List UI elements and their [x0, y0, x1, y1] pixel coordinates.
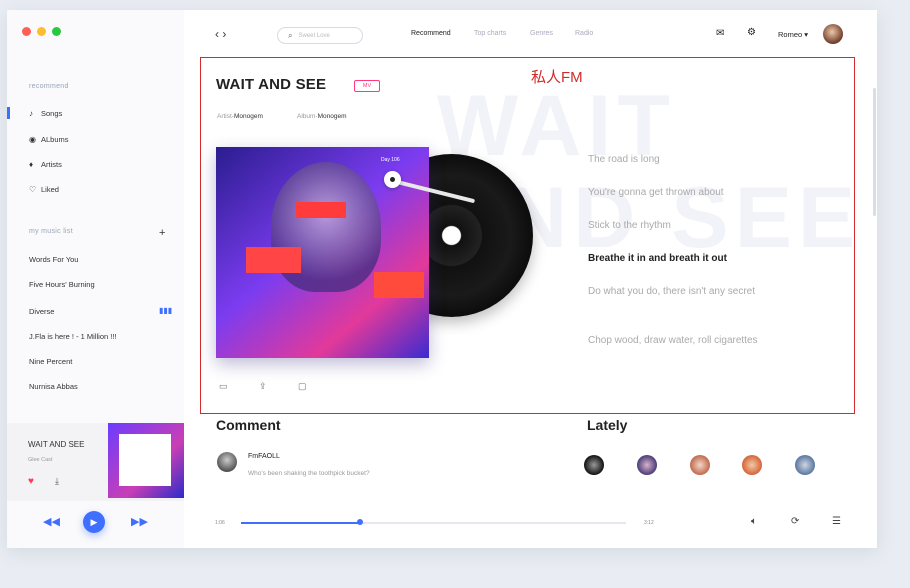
progress-knob[interactable]: [357, 519, 364, 525]
maximize-window-dot[interactable]: [52, 27, 61, 36]
lyric-line: The road is long: [588, 154, 660, 165]
lyric-line: You're gonna get thrown about: [588, 187, 724, 198]
lyric-line: Stick to the rhythm: [588, 220, 671, 231]
playlist-item[interactable]: Words For You: [29, 255, 78, 264]
lately-avatar[interactable]: [637, 455, 657, 475]
equalizer-icon: ▮▮▮: [159, 306, 173, 315]
mail-icon[interactable]: ✉: [716, 28, 724, 39]
heart-outline-icon: ♡: [29, 184, 37, 194]
disc-icon: ◉: [29, 134, 36, 144]
tonearm-pivot: [384, 171, 401, 188]
gear-icon[interactable]: ⚙: [747, 27, 756, 38]
search-icon: ⌕: [288, 30, 293, 40]
artist-link[interactable]: Monogem: [234, 113, 263, 120]
elapsed-time: 1:06: [215, 520, 225, 526]
window-controls: [22, 27, 61, 36]
sidebar-item-liked[interactable]: ♡ Liked: [29, 182, 59, 196]
lately-avatar[interactable]: [584, 455, 604, 475]
total-time: 3:12: [644, 520, 654, 526]
comment-text: Who's been shaking the toothpick bucket?: [248, 470, 370, 477]
commenter-name[interactable]: FmFAOLL: [248, 453, 280, 460]
note-icon: ♪: [29, 108, 33, 118]
lately-heading: Lately: [587, 417, 628, 433]
mv-badge[interactable]: MV: [354, 80, 380, 92]
fm-annotation-label: 私人FM: [531, 69, 583, 86]
avatar[interactable]: [823, 24, 843, 44]
playlist-item[interactable]: J.Fla is here ! - 1 Million !!!: [29, 332, 117, 341]
tab-recommend[interactable]: Recommend: [411, 30, 451, 37]
repeat-icon[interactable]: ⟳: [791, 516, 799, 527]
folder-icon[interactable]: ▭: [219, 381, 228, 392]
sidebar-item-label: ALbums: [41, 134, 69, 144]
music-list-heading: my music list: [29, 228, 73, 235]
search-input[interactable]: ⌕ Sweet Love: [277, 27, 363, 44]
lyric-line: Do what you do, there isn't any secret: [588, 286, 755, 297]
cover-day-text: Day 106: [381, 157, 400, 163]
playlist-item[interactable]: Diverse: [29, 307, 54, 316]
sidebar-item-label: Artists: [41, 159, 62, 169]
share-icon[interactable]: ⇪: [259, 381, 267, 392]
sidebar-item-label: Songs: [41, 108, 63, 118]
sidebar-item-label: Liked: [41, 184, 59, 194]
lately-avatar[interactable]: [795, 455, 815, 475]
now-playing-artwork: [108, 423, 184, 498]
artist-label: Artist-: [217, 113, 234, 120]
comment-heading: Comment: [216, 417, 281, 433]
add-playlist-icon[interactable]: +: [159, 227, 165, 239]
play-button[interactable]: ▶: [83, 511, 105, 533]
minimize-window-dot[interactable]: [37, 27, 46, 36]
song-title: WAIT AND SEE: [216, 76, 327, 93]
playlist-queue-icon[interactable]: ☰: [832, 516, 841, 527]
active-indicator: [7, 107, 10, 119]
tab-radio[interactable]: Radio: [575, 30, 593, 37]
app-window: recommend ♪ Songs ◉ ALbums ♦ Artists ♡ Liked…: [7, 10, 877, 548]
sidebar-item-songs[interactable]: ♪ Songs: [29, 106, 62, 120]
lyric-line-current: Breathe it in and breath it out: [588, 253, 727, 264]
album-label: Album-: [297, 113, 318, 120]
artwork-frame: [119, 434, 171, 486]
download-icon[interactable]: ⤓: [55, 476, 59, 487]
playlist-item[interactable]: Five Hours' Burning: [29, 280, 95, 289]
like-heart-icon[interactable]: ♥: [28, 476, 34, 487]
comment-icon[interactable]: ▢: [298, 381, 307, 392]
commenter-avatar[interactable]: [217, 452, 237, 472]
now-playing-artist: Glee Cast: [28, 457, 53, 463]
recommend-heading: recommend: [29, 83, 69, 90]
tab-top-charts[interactable]: Top charts: [474, 30, 506, 37]
user-menu[interactable]: Romeo ▾: [778, 30, 808, 39]
sidebar-item-albums[interactable]: ◉ ALbums: [29, 132, 69, 146]
search-placeholder: Sweet Love: [298, 32, 330, 39]
next-track-icon[interactable]: ▶▶: [131, 515, 148, 528]
volume-icon[interactable]: 🔈︎: [751, 516, 757, 527]
lately-avatar[interactable]: [690, 455, 710, 475]
sidebar: recommend ♪ Songs ◉ ALbums ♦ Artists ♡ Liked…: [7, 10, 184, 548]
close-window-dot[interactable]: [22, 27, 31, 36]
cover-shape: [246, 247, 301, 273]
progress-fill: [241, 522, 361, 524]
now-playing-title: WAIT AND SEE: [28, 440, 85, 449]
tab-genres[interactable]: Genres: [530, 30, 553, 37]
playlist-item[interactable]: Nurnisa Abbas: [29, 382, 78, 391]
artist-meta: Artist-Monogem: [217, 113, 263, 120]
back-forward-nav[interactable]: ‹ ›: [215, 27, 226, 41]
lyric-line: Chop wood, draw water, roll cigarettes: [588, 335, 758, 346]
cover-shape: [374, 272, 424, 298]
mic-icon: ♦: [29, 159, 34, 169]
sidebar-item-artists[interactable]: ♦ Artists: [29, 157, 62, 171]
playlist-item[interactable]: Nine Percent: [29, 357, 72, 366]
album-link[interactable]: Monogem: [318, 113, 347, 120]
cover-shape: [296, 202, 346, 218]
album-meta: Album-Monogem: [297, 113, 347, 120]
previous-track-icon[interactable]: ◀◀: [43, 515, 60, 528]
lately-avatar[interactable]: [742, 455, 762, 475]
